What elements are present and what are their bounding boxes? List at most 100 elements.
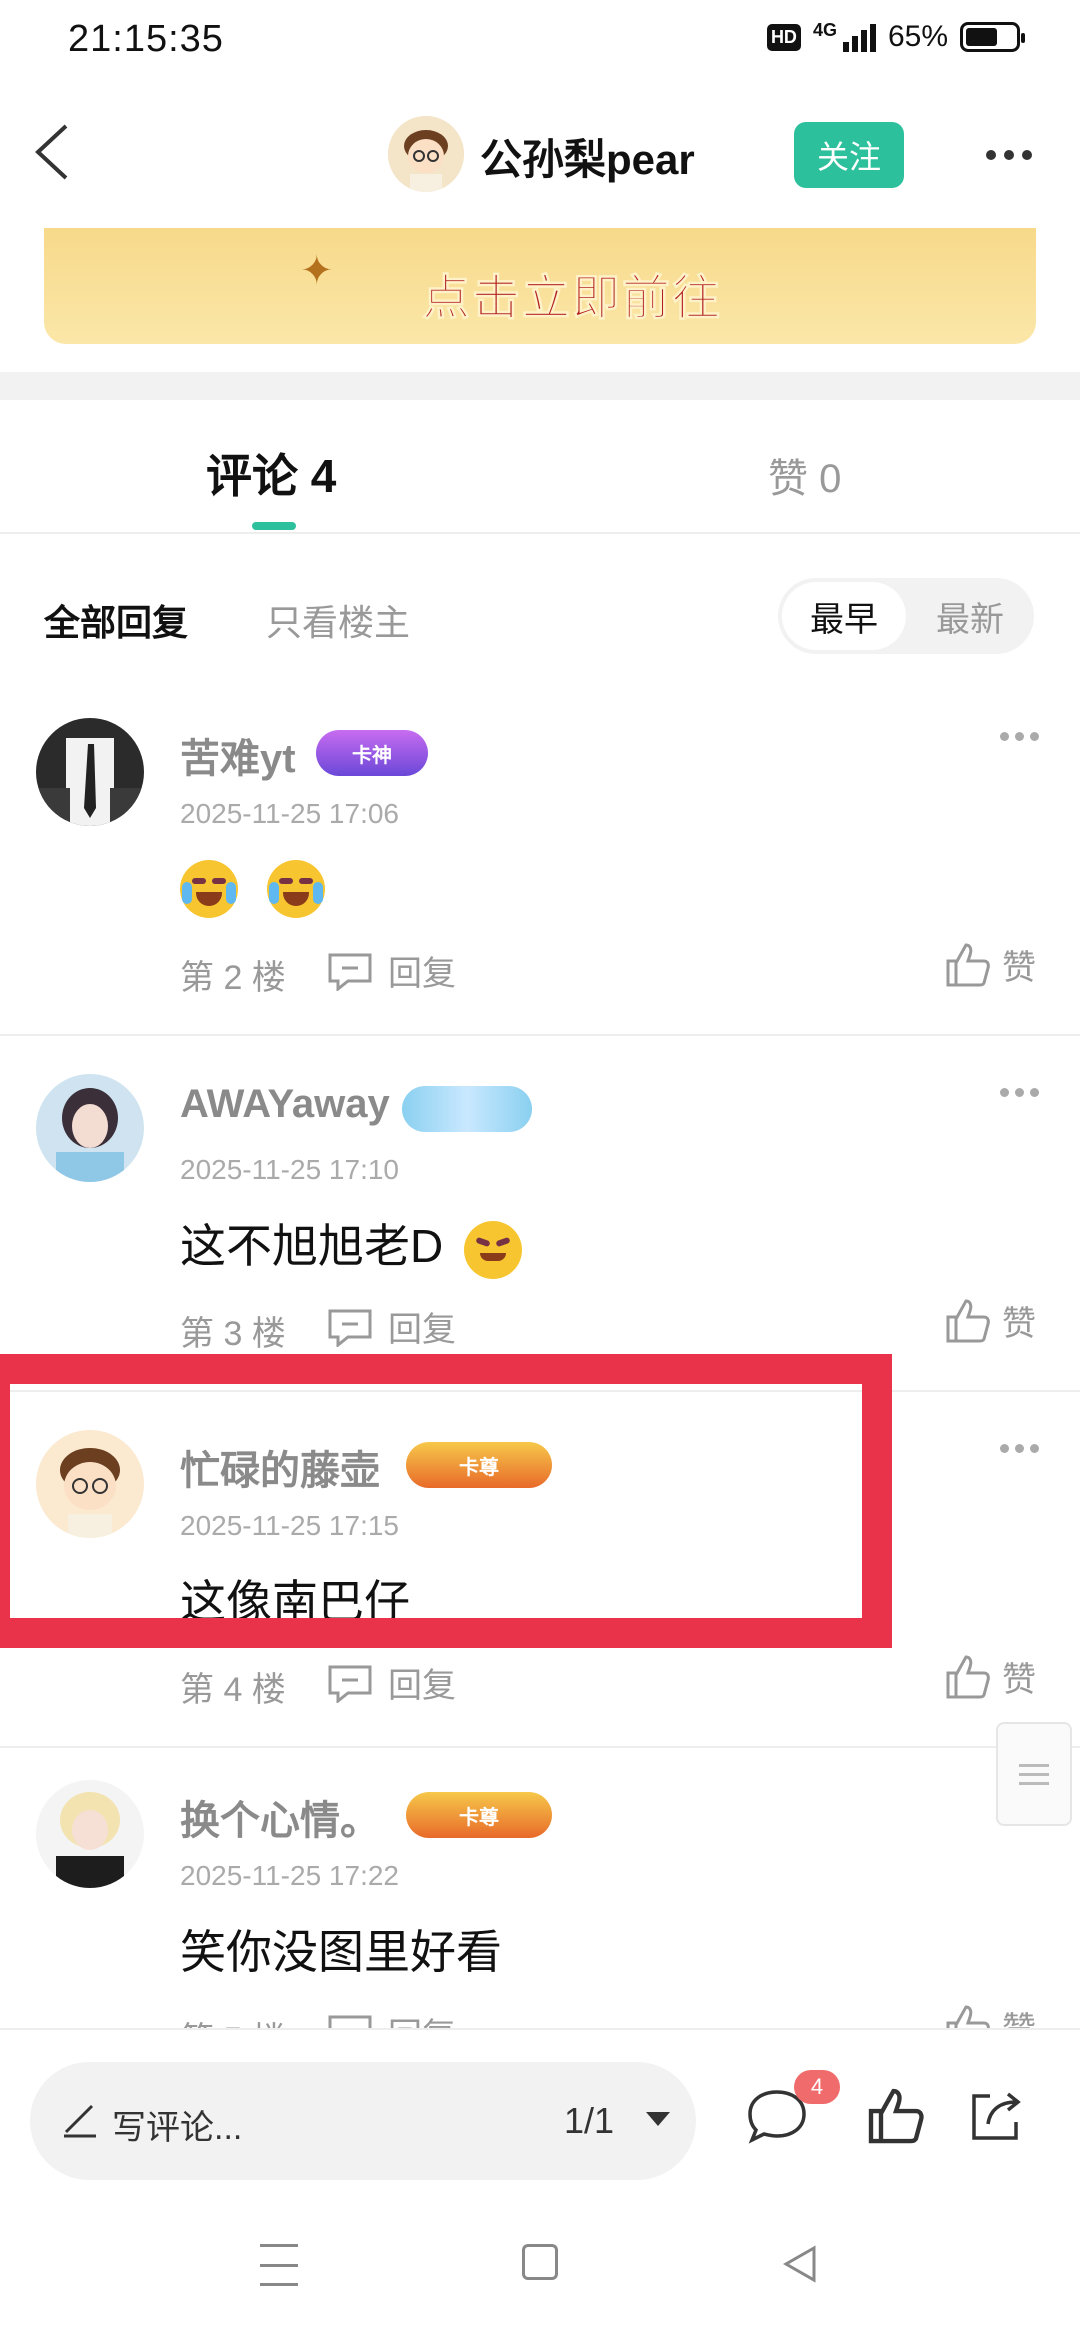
like-label: 赞 <box>1002 1661 1036 1699</box>
badge-label: 卡尊 <box>459 1806 499 1829</box>
menu-line <box>260 2244 298 2247</box>
sort-newest-button[interactable]: 最新 <box>910 582 1030 650</box>
more-dot <box>1000 1088 1009 1097</box>
promo-banner[interactable]: ✦ 点击立即前往 <box>44 228 1036 344</box>
back-arrow-icon <box>35 124 68 180</box>
commenter-name[interactable]: 换个心情。 <box>180 1788 380 1846</box>
commenter-avatar[interactable] <box>36 718 144 826</box>
sort-toggle: 最早 最新 <box>778 578 1034 654</box>
reply-button[interactable]: 回复 <box>326 1658 456 1707</box>
system-back-button[interactable] <box>780 2244 820 2284</box>
scroll-handle[interactable] <box>996 1722 1072 1826</box>
like-button[interactable]: 赞 <box>944 940 1036 989</box>
tab-likes[interactable]: 赞 0 <box>768 446 841 504</box>
like-label: 赞 <box>1002 1305 1036 1343</box>
tab-comments[interactable]: 评论 4 <box>206 440 336 506</box>
reply-label: 回复 <box>388 955 456 993</box>
floor-number: 第 2 楼 <box>180 959 286 997</box>
top-header: 公孙梨pear 关注 <box>0 100 1080 210</box>
sparkle-icon: ✦ <box>300 249 334 293</box>
blonde-girl-avatar-icon <box>36 1780 144 1888</box>
menu-line <box>260 2283 298 2286</box>
back-button[interactable] <box>22 116 92 186</box>
reply-button[interactable]: 回复 <box>326 946 456 995</box>
like-label: 赞 <box>1002 949 1036 987</box>
reply-icon <box>328 1309 372 1347</box>
section-divider <box>0 372 1080 400</box>
handle-line <box>1019 1772 1049 1776</box>
commenter-name[interactable]: 苦难yt <box>180 726 296 784</box>
more-dot <box>1022 150 1032 160</box>
status-icons: HD 4G 65% <box>766 20 1025 54</box>
comment-input[interactable]: 写评论... 1/1 <box>30 2062 696 2180</box>
commenter-avatar[interactable] <box>36 1780 144 1888</box>
filter-op-only[interactable]: 只看楼主 <box>266 594 410 646</box>
battery-icon <box>960 22 1025 52</box>
comment-more-button[interactable] <box>1000 732 1039 741</box>
status-bar: 21:15:35 HD 4G 65% <box>0 0 1080 80</box>
thumbs-up-icon <box>868 2088 924 2144</box>
badge-label: 卡神 <box>352 744 392 767</box>
bottom-action-bar: 写评论... 1/1 4 <box>0 2028 1080 2188</box>
reply-button[interactable]: 回复 <box>326 1302 456 1351</box>
more-dot <box>1015 732 1024 741</box>
share-icon <box>972 2092 1021 2140</box>
follow-button[interactable]: 关注 <box>794 122 904 188</box>
comment-time: 2025-11-25 17:22 <box>180 1860 399 1891</box>
floor-number: 第 3 楼 <box>180 1315 286 1353</box>
tab-divider <box>0 532 1080 534</box>
author-avatar[interactable] <box>388 116 464 192</box>
banner-text: 点击立即前往 <box>421 272 723 326</box>
highlight-box <box>0 1354 892 1648</box>
level-badge: 卡神 <box>316 730 428 776</box>
thumbs-up-icon <box>946 1654 990 1698</box>
commenter-avatar[interactable] <box>36 1074 144 1182</box>
more-dot <box>1030 1088 1039 1097</box>
thumbs-up-icon <box>946 1298 990 1342</box>
home-button[interactable] <box>522 2244 558 2280</box>
handle-line <box>1019 1763 1049 1767</box>
chevron-down-icon[interactable] <box>646 2112 670 2126</box>
share-button[interactable] <box>966 2086 1026 2146</box>
recent-apps-button[interactable] <box>260 2244 302 2286</box>
like-button[interactable]: 赞 <box>944 1296 1036 1345</box>
back-triangle-icon <box>782 2245 816 2283</box>
cartoon-boy-avatar-icon <box>388 116 464 192</box>
comment-content <box>180 858 341 918</box>
hd-icon: HD <box>766 23 801 51</box>
active-tab-indicator <box>252 522 296 530</box>
signal-icon <box>842 22 876 52</box>
floor-number: 第 4 楼 <box>180 1671 286 1709</box>
battery-percent: 65% <box>887 20 948 53</box>
like-button[interactable]: 赞 <box>944 1652 1036 1701</box>
smirk-emoji-icon <box>464 1220 523 1279</box>
status-time: 21:15:35 <box>68 18 224 60</box>
reply-icon <box>328 953 372 991</box>
thumbs-up-icon <box>946 942 990 986</box>
sort-earliest-button[interactable]: 最早 <box>782 582 906 650</box>
handle-line <box>1019 1781 1049 1785</box>
crying-laughing-emoji-icon <box>180 859 238 918</box>
comment-text: 笑你没图里好看 <box>180 1926 502 1978</box>
decorative-badge <box>402 1086 532 1132</box>
comment-time: 2025-11-25 17:06 <box>180 798 399 829</box>
more-dot <box>1000 732 1009 741</box>
commenter-name[interactable]: AWAYaway <box>180 1082 390 1127</box>
filter-all-replies[interactable]: 全部回复 <box>44 594 188 646</box>
page-indicator[interactable]: 1/1 <box>564 2100 614 2142</box>
comment-placeholder: 写评论... <box>112 2109 243 2147</box>
system-nav-bar <box>0 2188 1080 2340</box>
more-options-button[interactable] <box>974 130 1044 180</box>
comment-divider <box>0 1746 1080 1748</box>
menu-line <box>260 2263 298 2267</box>
comment-more-button[interactable] <box>1000 1088 1039 1097</box>
more-dot <box>1015 1444 1024 1453</box>
more-dot <box>1015 1088 1024 1097</box>
comment-content: 这不旭旭老D <box>180 1210 538 1279</box>
author-name[interactable]: 公孙梨pear <box>480 126 695 187</box>
like-post-button[interactable] <box>866 2086 926 2146</box>
pencil-icon <box>64 2104 96 2138</box>
crying-laughing-emoji-icon <box>266 859 325 918</box>
comment-more-button[interactable] <box>1000 1444 1039 1453</box>
reply-icon <box>328 1665 372 1703</box>
